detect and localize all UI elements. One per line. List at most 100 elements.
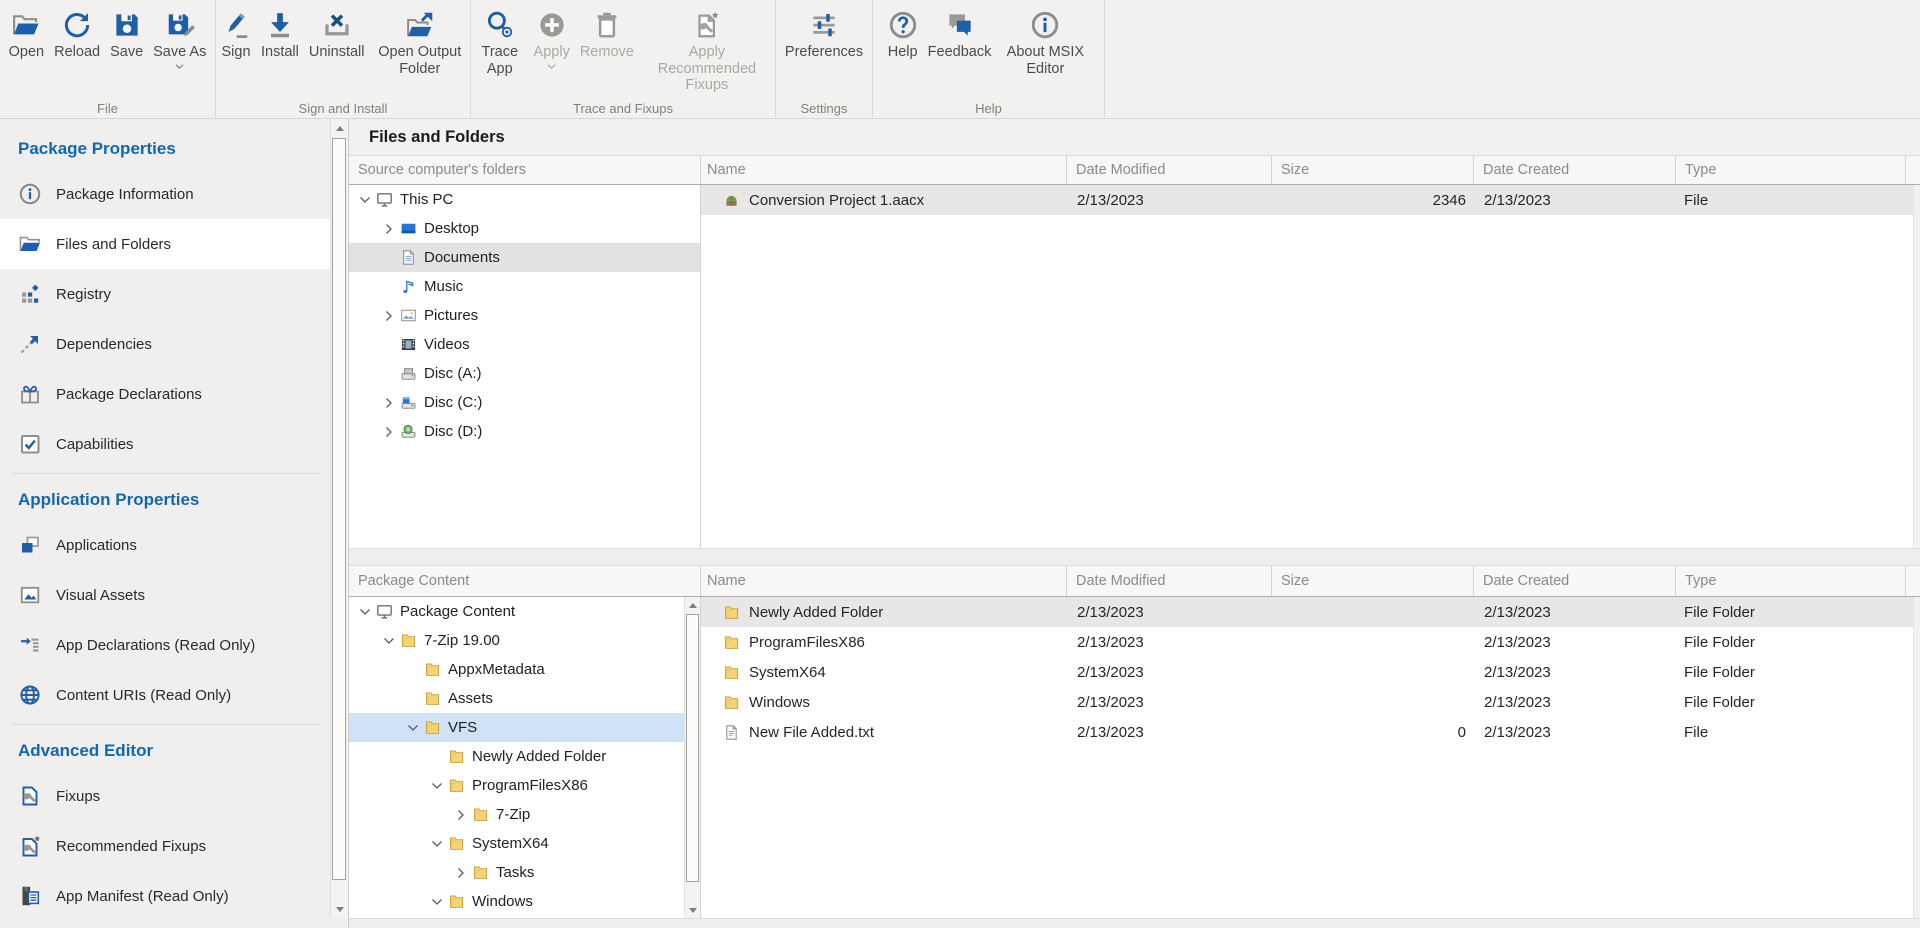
tree-item-disc-c[interactable]: Disc (C:): [349, 388, 700, 417]
preferences-button[interactable]: Preferences: [780, 7, 868, 63]
tree-item-package-content[interactable]: Package Content: [349, 597, 700, 626]
sidebar-item-visual-assets[interactable]: Visual Assets: [0, 570, 330, 620]
open-output-folder-button[interactable]: Open Output Folder: [370, 7, 471, 79]
sidebar-item-content-uris[interactable]: Content URIs (Read Only): [0, 670, 330, 720]
column-header-size[interactable]: Size: [1272, 566, 1474, 596]
scrollbar-thumb[interactable]: [686, 614, 699, 882]
column-header-date-created[interactable]: Date Created: [1474, 566, 1676, 596]
apply-recommended-fixups-button[interactable]: Apply Recommended Fixups: [639, 7, 775, 96]
tree-item-systemx64[interactable]: SystemX64: [349, 829, 700, 858]
scrollbar-thumb[interactable]: [332, 138, 346, 880]
tree-item-music[interactable]: Music: [349, 272, 700, 301]
trace-app-button[interactable]: Trace App: [471, 7, 529, 79]
sidebar-item-app-manifest[interactable]: App Manifest (Read Only): [0, 871, 330, 921]
scrollbar-up-arrow[interactable]: [331, 119, 348, 137]
chevron-down-icon[interactable]: [405, 720, 421, 736]
column-header-date-modified[interactable]: Date Modified: [1067, 566, 1272, 596]
file-type: File: [1676, 724, 1920, 741]
chevron-right-icon[interactable]: [381, 221, 397, 237]
chevron-right-icon[interactable]: [453, 807, 469, 823]
tree-item-tasks[interactable]: Tasks: [349, 858, 700, 887]
tree-item-desktop[interactable]: Desktop: [349, 214, 700, 243]
about-msix-editor-button[interactable]: About MSIX Editor: [996, 7, 1094, 79]
chevron-down-icon[interactable]: [381, 633, 397, 649]
column-header-type[interactable]: Type: [1676, 566, 1906, 596]
save-button[interactable]: Save: [105, 7, 148, 63]
remove-button[interactable]: Remove: [575, 7, 639, 63]
sidebar-item-capabilities[interactable]: Capabilities: [0, 419, 330, 469]
feedback-button[interactable]: Feedback: [923, 7, 997, 63]
uninstall-button[interactable]: Uninstall: [304, 7, 370, 63]
file-row-conversion-project[interactable]: Conversion Project 1.aacx 2/13/2023 2346…: [701, 185, 1920, 215]
sidebar-item-applications[interactable]: Applications: [0, 520, 330, 570]
tree-item-assets[interactable]: Assets: [349, 684, 700, 713]
column-header-name[interactable]: Name: [701, 566, 1067, 596]
sidebar-item-registry[interactable]: Registry: [0, 269, 330, 319]
tree-item-newly-added-folder[interactable]: Newly Added Folder: [349, 742, 700, 771]
sidebar-item-recommended-fixups[interactable]: Recommended Fixups: [0, 821, 330, 871]
folder-icon: [400, 632, 417, 649]
dropdown-chevron-icon[interactable]: [546, 63, 557, 71]
tree-item-7zip[interactable]: 7-Zip: [349, 800, 700, 829]
save-as-button[interactable]: Save As: [148, 7, 211, 73]
tree-item-programfilesx86[interactable]: ProgramFilesX86: [349, 771, 700, 800]
help-button[interactable]: Help: [883, 7, 923, 63]
tree-item-pictures[interactable]: Pictures: [349, 301, 700, 330]
sidebar-item-dependencies[interactable]: Dependencies: [0, 319, 330, 369]
tree-item-appxmetadata[interactable]: AppxMetadata: [349, 655, 700, 684]
file-row-new-file-added[interactable]: New File Added.txt 2/13/2023 0 2/13/2023…: [701, 717, 1920, 747]
tree-item-7zip-1900[interactable]: 7-Zip 19.00: [349, 626, 700, 655]
open-button[interactable]: Open: [4, 7, 49, 63]
chevron-down-icon[interactable]: [357, 604, 373, 620]
ribbon-toolbar: Open Reload Save Save As File: [0, 0, 1920, 119]
package-content-header[interactable]: Package Content: [349, 566, 701, 596]
sidebar-item-package-information[interactable]: Package Information: [0, 169, 330, 219]
sidebar-scrollbar[interactable]: [330, 119, 348, 918]
folder-icon: [448, 893, 465, 910]
chevron-down-icon[interactable]: [429, 894, 445, 910]
sidebar-item-package-declarations[interactable]: Package Declarations: [0, 369, 330, 419]
chevron-right-icon[interactable]: [453, 865, 469, 881]
column-header-date-created[interactable]: Date Created: [1474, 156, 1676, 184]
tree-item-this-pc[interactable]: This PC: [349, 185, 700, 214]
install-button[interactable]: Install: [256, 7, 304, 63]
file-row-newly-added-folder[interactable]: Newly Added Folder 2/13/2023 2/13/2023 F…: [701, 597, 1920, 627]
sidebar-item-app-declarations[interactable]: App Declarations (Read Only): [0, 620, 330, 670]
column-header-date-modified[interactable]: Date Modified: [1067, 156, 1272, 184]
tree-item-label: Package Content: [400, 603, 515, 620]
tree-item-label: Videos: [424, 336, 470, 353]
tree-item-videos[interactable]: Videos: [349, 330, 700, 359]
chevron-down-icon[interactable]: [357, 192, 373, 208]
scrollbar-up-arrow[interactable]: [685, 597, 700, 613]
button-label: Save As: [153, 44, 206, 61]
file-row-windows[interactable]: Windows 2/13/2023 2/13/2023 File Folder: [701, 687, 1920, 717]
package-tree-scrollbar[interactable]: [684, 597, 700, 918]
sign-button[interactable]: Sign: [216, 7, 256, 63]
apply-button[interactable]: Apply: [529, 7, 575, 73]
tree-item-windows[interactable]: Windows: [349, 887, 700, 916]
column-header-type[interactable]: Type: [1676, 156, 1906, 184]
chevron-right-icon[interactable]: [381, 395, 397, 411]
horizontal-splitter[interactable]: [349, 548, 1920, 565]
column-header-size[interactable]: Size: [1272, 156, 1474, 184]
source-folders-header[interactable]: Source computer's folders: [349, 156, 701, 184]
chevron-down-icon[interactable]: [429, 836, 445, 852]
chevron-down-icon[interactable]: [429, 778, 445, 794]
chevron-right-icon[interactable]: [381, 424, 397, 440]
sidebar-item-fixups[interactable]: Fixups: [0, 771, 330, 821]
tree-item-vfs[interactable]: VFS: [349, 713, 700, 742]
file-row-systemx64[interactable]: SystemX64 2/13/2023 2/13/2023 File Folde…: [701, 657, 1920, 687]
dropdown-chevron-icon[interactable]: [174, 63, 185, 71]
chevron-right-icon[interactable]: [381, 308, 397, 324]
sidebar-item-files-and-folders[interactable]: Files and Folders: [0, 219, 330, 269]
column-header-name[interactable]: Name: [701, 156, 1067, 184]
tree-item-disc-a[interactable]: Disc (A:): [349, 359, 700, 388]
file-row-programfilesx86[interactable]: ProgramFilesX86 2/13/2023 2/13/2023 File…: [701, 627, 1920, 657]
scrollbar-down-arrow[interactable]: [685, 902, 700, 918]
scrollbar-down-arrow[interactable]: [331, 900, 348, 918]
list-scrollbar-gutter[interactable]: [1913, 185, 1920, 548]
list-scrollbar-gutter[interactable]: [1913, 597, 1920, 918]
reload-button[interactable]: Reload: [49, 7, 105, 63]
tree-item-documents[interactable]: Documents: [349, 243, 700, 272]
tree-item-disc-d[interactable]: Disc (D:): [349, 417, 700, 446]
